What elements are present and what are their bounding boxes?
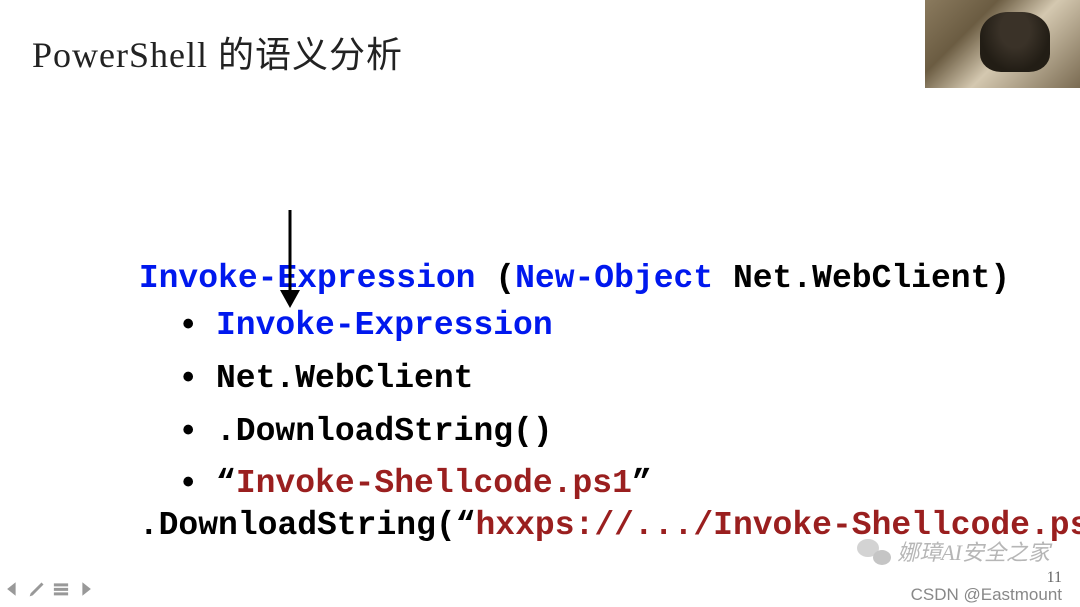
token-paren: ( bbox=[475, 260, 515, 297]
slide-title: PowerShell 的语义分析 bbox=[32, 26, 403, 78]
webcam-thumbnail bbox=[925, 0, 1080, 88]
next-slide-button[interactable] bbox=[76, 580, 94, 603]
bullet-text: Invoke-Expression bbox=[216, 307, 553, 344]
arrow-down-icon bbox=[270, 210, 310, 310]
token-lq: “ bbox=[456, 507, 476, 544]
token-new-object: New-Object bbox=[515, 260, 713, 297]
slide-toolbar bbox=[4, 580, 94, 603]
list-item: “Invoke-Shellcode.ps1” bbox=[178, 458, 652, 511]
token-net-webclient: Net.WebClient) bbox=[713, 260, 1010, 297]
wechat-name: 娜璋AI安全之家 bbox=[897, 535, 1050, 567]
menu-button[interactable] bbox=[52, 580, 70, 603]
footer-watermark: CSDN @Eastmount bbox=[911, 585, 1062, 605]
slide-canvas: PowerShell 的语义分析 Invoke-Expression (New-… bbox=[0, 0, 1080, 607]
list-item: Invoke-Expression bbox=[178, 300, 652, 353]
bullet-list: Invoke-Expression Net.WebClient .Downloa… bbox=[178, 300, 652, 511]
bullet-text: .DownloadString() bbox=[216, 413, 553, 450]
prev-slide-button[interactable] bbox=[4, 580, 22, 603]
wechat-watermark: 娜璋AI安全之家 bbox=[857, 535, 1050, 567]
list-item: .DownloadString() bbox=[178, 406, 652, 459]
list-item: Net.WebClient bbox=[178, 353, 652, 406]
wechat-icon bbox=[857, 537, 891, 565]
bullet-text: Invoke-Shellcode.ps1 bbox=[236, 465, 632, 502]
pen-tool-button[interactable] bbox=[28, 580, 46, 603]
bullet-quote-close: ” bbox=[632, 465, 652, 502]
bullet-text: Net.WebClient bbox=[216, 360, 473, 397]
bullet-quote-open: “ bbox=[216, 465, 236, 502]
